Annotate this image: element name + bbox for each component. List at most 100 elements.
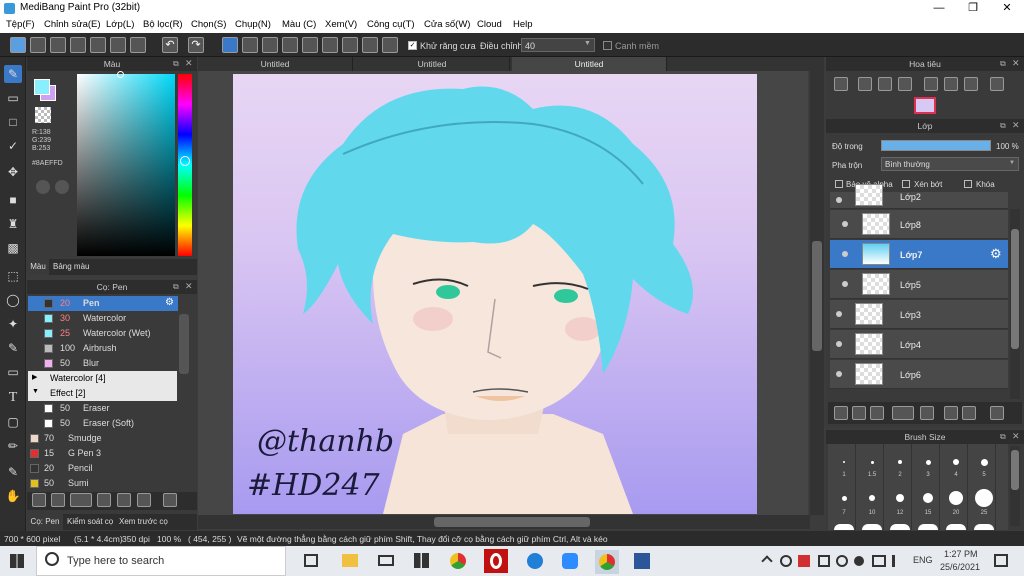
close-icon[interactable]: ✕ [185, 58, 193, 69]
duplicate-layer-icon[interactable] [944, 406, 958, 420]
popout-icon[interactable]: ⧉ [1000, 432, 1006, 442]
tab-color[interactable]: Màu [27, 259, 49, 275]
layer-row[interactable]: Lớp2 [830, 184, 1008, 209]
layer-row[interactable]: Lớp8 [830, 210, 1008, 239]
menu-file[interactable]: Tệp(F) [6, 19, 35, 30]
redo-icon[interactable]: ↷ [188, 37, 204, 53]
zoom-in-icon[interactable] [858, 77, 872, 91]
menu-edit[interactable]: Chỉnh sửa(E) [44, 19, 101, 30]
menu-view[interactable]: Xem(V) [325, 19, 357, 30]
bucket-tool-icon[interactable]: ♜ [4, 215, 22, 233]
grid-icon[interactable] [110, 37, 126, 53]
dropper-tool-icon[interactable]: ✎ [4, 463, 22, 481]
brush-size-option[interactable] [890, 524, 910, 530]
visibility-icon[interactable] [842, 251, 848, 257]
brush-group[interactable]: ▼ Effect [2] [28, 386, 177, 401]
brush-size-option[interactable] [949, 491, 963, 505]
list-icon[interactable] [130, 37, 146, 53]
saturation-value-picker[interactable] [77, 71, 175, 256]
cloud-icon[interactable] [10, 37, 26, 53]
document-tab-1[interactable]: Untitled [198, 57, 353, 71]
zoom-app-icon[interactable] [562, 553, 578, 569]
opera-icon[interactable] [484, 549, 508, 573]
edge-icon[interactable] [527, 553, 543, 569]
brush-size-option[interactable] [923, 493, 933, 503]
windows-start-icon[interactable] [10, 554, 24, 568]
notification-icon[interactable] [994, 554, 1008, 567]
reset-rotation-icon[interactable] [944, 77, 958, 91]
canvas-vertical-scrollbar[interactable] [810, 71, 824, 515]
artwork-canvas[interactable]: @thanhb #HD247 [233, 74, 757, 514]
tab-brush-control[interactable]: Kiểm soát cọ [67, 517, 113, 526]
brush-group[interactable]: ▶ Watercolor [4] [28, 371, 177, 386]
cross-snap-icon[interactable] [262, 37, 278, 53]
clock-time[interactable]: 1:27 PM [944, 549, 978, 559]
flip-icon[interactable] [990, 77, 1004, 91]
hand-tool-icon[interactable]: ✋ [4, 487, 22, 505]
popout-icon[interactable]: ⧉ [1000, 121, 1006, 131]
close-icon[interactable]: ✕ [1012, 120, 1020, 131]
duplicate-icon[interactable] [137, 493, 151, 507]
visibility-icon[interactable] [836, 197, 842, 203]
close-icon[interactable]: ✕ [185, 281, 193, 292]
curve-snap-icon[interactable] [342, 37, 358, 53]
radial-snap-icon[interactable] [302, 37, 318, 53]
layer-row[interactable]: Lớp7 ⚙ [830, 240, 1008, 269]
new-halftone-layer-icon[interactable] [852, 406, 866, 420]
menu-layer[interactable]: Lớp(L) [106, 19, 134, 30]
brush-size-option[interactable] [869, 495, 875, 501]
brush-size-option[interactable] [980, 458, 988, 466]
select-pen-tool-icon[interactable]: ✎ [4, 339, 22, 357]
brush-item[interactable]: 25 Watercolor (Wet) [28, 326, 178, 341]
comment-icon[interactable] [50, 37, 66, 53]
add-layer-menu-icon[interactable] [892, 406, 914, 420]
brush-size-option[interactable] [974, 524, 994, 530]
search-box[interactable]: Type here to search [36, 546, 286, 576]
trash-icon[interactable] [990, 406, 1004, 420]
brush-size-option[interactable] [834, 524, 854, 530]
rotate-left-icon[interactable] [924, 77, 938, 91]
brush-item[interactable]: 50 Blur [28, 356, 178, 371]
layer-row[interactable]: Lớp5 [830, 270, 1008, 299]
canvas-horizontal-scrollbar[interactable] [198, 515, 810, 529]
snap-settings-icon[interactable] [382, 37, 398, 53]
tray-icon[interactable] [836, 555, 848, 567]
fill-rect-tool-icon[interactable]: ■ [4, 191, 22, 209]
menu-cloud[interactable]: Cloud [477, 19, 502, 30]
new-8bit-layer-icon[interactable] [870, 406, 884, 420]
store-icon[interactable] [414, 553, 429, 568]
new-file-icon[interactable] [70, 37, 86, 53]
tab-brush[interactable]: Cọ: Pen [27, 514, 63, 530]
add-color-icon[interactable] [55, 180, 69, 194]
zoom-out-icon[interactable] [898, 77, 912, 91]
eraser-tool-icon[interactable]: ▭ [4, 89, 22, 107]
clock-date[interactable]: 25/6/2021 [940, 562, 980, 572]
visibility-icon[interactable] [836, 311, 842, 317]
cloud-brush-icon[interactable] [97, 493, 111, 507]
brush-item[interactable]: 50 Eraser [28, 401, 178, 416]
divide-tool-icon[interactable]: ▢ [4, 413, 22, 431]
network-icon[interactable] [854, 556, 864, 566]
text-tool-icon[interactable]: T [4, 389, 22, 407]
brush-size-option[interactable] [918, 524, 938, 530]
collapsed-arrow-icon[interactable]: ▶ [32, 373, 37, 381]
blend-mode-dropdown[interactable]: Bình thường ▼ [881, 157, 1019, 171]
protect-alpha-checkbox[interactable] [835, 180, 843, 188]
gear-icon[interactable]: ⚙ [165, 297, 174, 308]
lasso-tool-icon[interactable]: ◯ [4, 291, 22, 309]
file-explorer-icon[interactable] [342, 554, 358, 567]
snap-off-icon[interactable] [222, 37, 238, 53]
picker-cursor[interactable] [117, 71, 124, 78]
visibility-icon[interactable] [836, 341, 842, 347]
brush-size-option[interactable] [946, 524, 966, 530]
canvas-area[interactable]: @thanhb #HD247 [198, 71, 808, 515]
popout-icon[interactable]: ⧉ [1000, 59, 1006, 69]
popout-icon[interactable]: ⧉ [173, 282, 179, 292]
ellipse-snap-icon[interactable] [362, 37, 378, 53]
menu-select[interactable]: Chọn(S) [191, 19, 226, 30]
menu-window[interactable]: Cửa số(W) [424, 19, 470, 30]
close-button[interactable]: ✕ [990, 0, 1024, 17]
folder-icon[interactable] [117, 493, 131, 507]
brush-item[interactable]: 50 Sumi [28, 476, 178, 491]
tab-brush-preview[interactable]: Xem trước cọ [119, 517, 168, 526]
